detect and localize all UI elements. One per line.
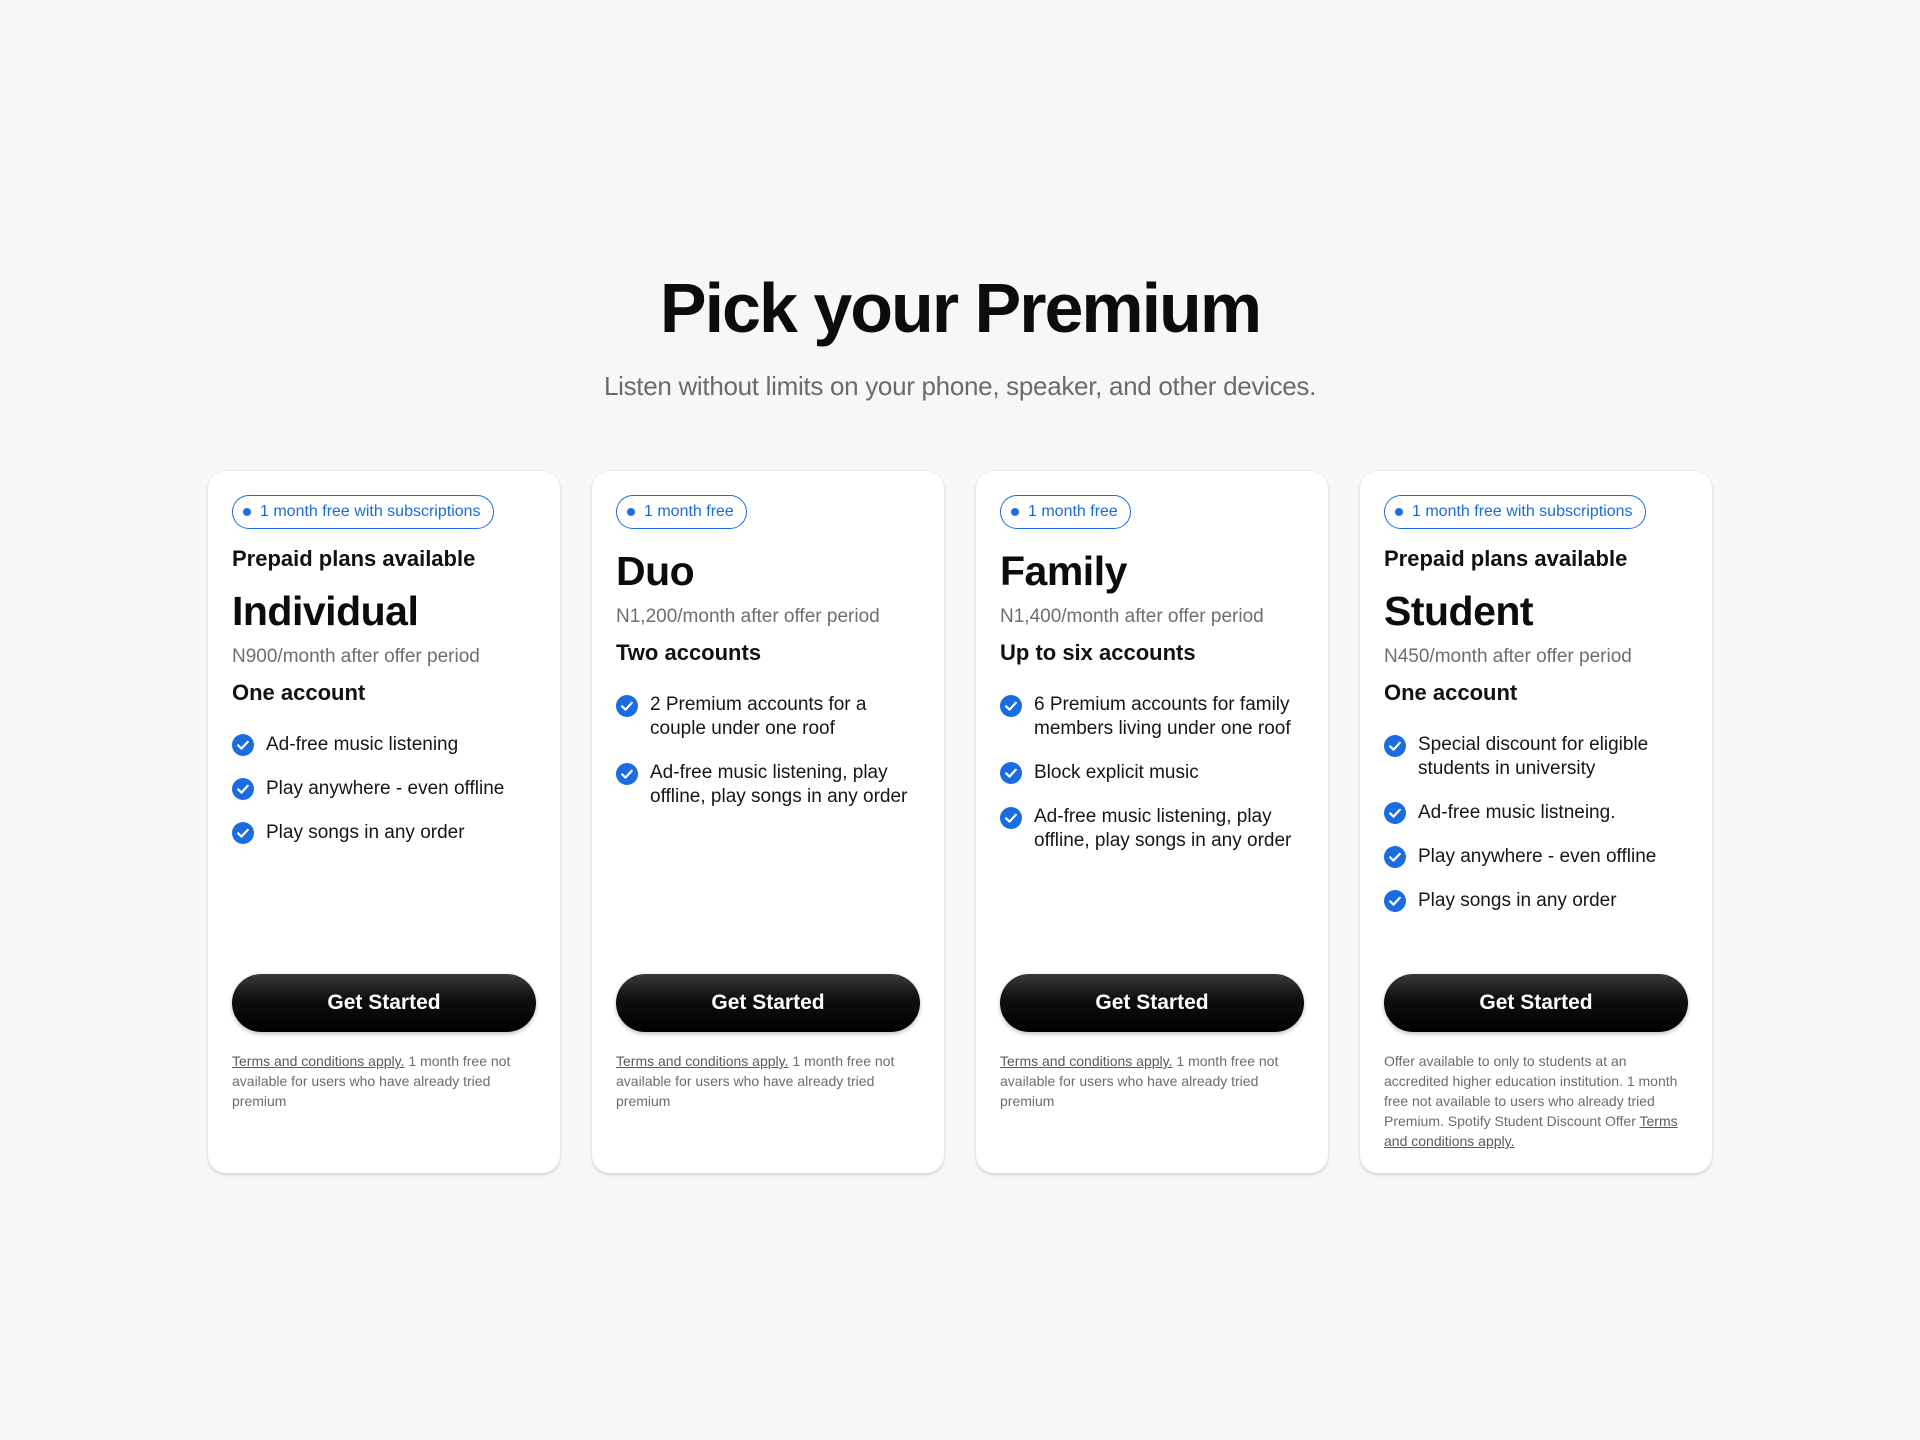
page-title: Pick your Premium: [659, 269, 1262, 347]
plan-name: Duo: [616, 548, 695, 594]
get-started-button[interactable]: Get Started: [232, 974, 536, 1032]
check-circle-icon: [232, 822, 254, 844]
plan-name: Family: [1000, 548, 1127, 594]
plan-cards: 1 month free with subscriptions Prepaid …: [208, 471, 1712, 1173]
plan-accounts: One account: [232, 680, 366, 705]
plan-price: N900/month after offer period: [232, 646, 480, 667]
check-circle-icon: [616, 695, 638, 717]
plan-price: N450/month after offer period: [1384, 646, 1632, 667]
plan-accounts: Up to six accounts: [1000, 640, 1196, 665]
check-circle-icon: [616, 763, 638, 785]
terms-link[interactable]: Terms and conditions apply.: [1000, 1053, 1173, 1069]
feature-item: Ad-free music listening, play offline, p…: [1000, 805, 1304, 853]
check-circle-icon: [1384, 846, 1406, 868]
feature-text: 6 Premium accounts for family members li…: [1034, 694, 1291, 739]
plan-name: Student: [1384, 588, 1534, 634]
badge-label: 1 month free with subscriptions: [1412, 503, 1633, 520]
hero-section: Pick your Premium Listen without limits …: [0, 268, 1920, 402]
feature-item: 2 Premium accounts for a couple under on…: [616, 693, 920, 741]
check-circle-icon: [232, 778, 254, 800]
check-circle-icon: [1000, 695, 1022, 717]
feature-item: Ad-free music listneing.: [1384, 801, 1688, 825]
terms-note: Offer available to only to students at a…: [1384, 1051, 1688, 1151]
offer-badge: 1 month free with subscriptions: [232, 495, 494, 529]
get-started-button[interactable]: Get Started: [616, 974, 920, 1032]
badge-label: 1 month free: [1028, 503, 1118, 520]
terms-link[interactable]: Terms and conditions apply.: [616, 1053, 789, 1069]
badge-dot-icon: [1011, 508, 1019, 516]
get-started-button[interactable]: Get Started: [1000, 974, 1304, 1032]
feature-list: 6 Premium accounts for family members li…: [1000, 693, 1304, 853]
feature-text: Special discount for eligible students i…: [1418, 734, 1649, 779]
feature-text: Ad-free music listneing.: [1418, 802, 1616, 823]
plan-card-individual: 1 month free with subscriptions Prepaid …: [208, 471, 560, 1173]
plan-card-student: 1 month free with subscriptions Prepaid …: [1360, 471, 1712, 1173]
feature-item: Play anywhere - even offline: [1384, 845, 1688, 869]
offer-badge: 1 month free with subscriptions: [1384, 495, 1646, 529]
check-circle-icon: [1384, 890, 1406, 912]
feature-item: 6 Premium accounts for family members li…: [1000, 693, 1304, 741]
get-started-button[interactable]: Get Started: [1384, 974, 1688, 1032]
feature-text: Play songs in any order: [1418, 890, 1617, 911]
badge-dot-icon: [243, 508, 251, 516]
feature-text: Block explicit music: [1034, 762, 1199, 783]
plan-price: N1,200/month after offer period: [616, 606, 880, 627]
feature-text: Play songs in any order: [266, 822, 465, 843]
check-circle-icon: [1000, 762, 1022, 784]
feature-item: Play songs in any order: [232, 821, 536, 845]
page-subtitle: Listen without limits on your phone, spe…: [603, 371, 1317, 401]
terms-link[interactable]: Terms and conditions apply.: [232, 1053, 405, 1069]
badge-dot-icon: [627, 508, 635, 516]
feature-item: Block explicit music: [1000, 761, 1304, 785]
badge-dot-icon: [1395, 508, 1403, 516]
feature-item: Play anywhere - even offline: [232, 777, 536, 801]
plan-accounts: One account: [1384, 680, 1518, 705]
offer-badge: 1 month free: [616, 495, 747, 529]
feature-text: Ad-free music listening, play offline, p…: [1034, 806, 1292, 851]
prepaid-note: Prepaid plans available: [1384, 546, 1628, 571]
badge-label: 1 month free with subscriptions: [260, 503, 481, 520]
feature-list: 2 Premium accounts for a couple under on…: [616, 693, 920, 809]
feature-list: Special discount for eligible students i…: [1384, 733, 1688, 913]
plan-card-family: 1 month free Family N1,400/month after o…: [976, 471, 1328, 1173]
plan-price: N1,400/month after offer period: [1000, 606, 1264, 627]
check-circle-icon: [1000, 807, 1022, 829]
feature-list: Ad-free music listening Play anywhere - …: [232, 733, 536, 845]
check-circle-icon: [1384, 735, 1406, 757]
terms-note: Terms and conditions apply. 1 month free…: [1000, 1051, 1304, 1111]
check-circle-icon: [232, 734, 254, 756]
feature-text: Ad-free music listening: [266, 734, 459, 755]
feature-item: Ad-free music listening: [232, 733, 536, 757]
plan-name: Individual: [232, 588, 419, 634]
feature-item: Special discount for eligible students i…: [1384, 733, 1688, 781]
feature-item: Play songs in any order: [1384, 889, 1688, 913]
badge-label: 1 month free: [644, 503, 734, 520]
feature-text: Play anywhere - even offline: [266, 778, 505, 799]
offer-badge: 1 month free: [1000, 495, 1131, 529]
check-circle-icon: [1384, 802, 1406, 824]
feature-text: Play anywhere - even offline: [1418, 846, 1657, 867]
terms-text: Offer available to only to students at a…: [1384, 1053, 1678, 1129]
feature-item: Ad-free music listening, play offline, p…: [616, 761, 920, 809]
prepaid-note: Prepaid plans available: [232, 546, 476, 571]
terms-note: Terms and conditions apply. 1 month free…: [616, 1051, 920, 1111]
plan-card-duo: 1 month free Duo N1,200/month after offe…: [592, 471, 944, 1173]
feature-text: Ad-free music listening, play offline, p…: [650, 762, 908, 807]
terms-note: Terms and conditions apply. 1 month free…: [232, 1051, 536, 1111]
plan-accounts: Two accounts: [616, 640, 762, 665]
feature-text: 2 Premium accounts for a couple under on…: [650, 694, 867, 739]
